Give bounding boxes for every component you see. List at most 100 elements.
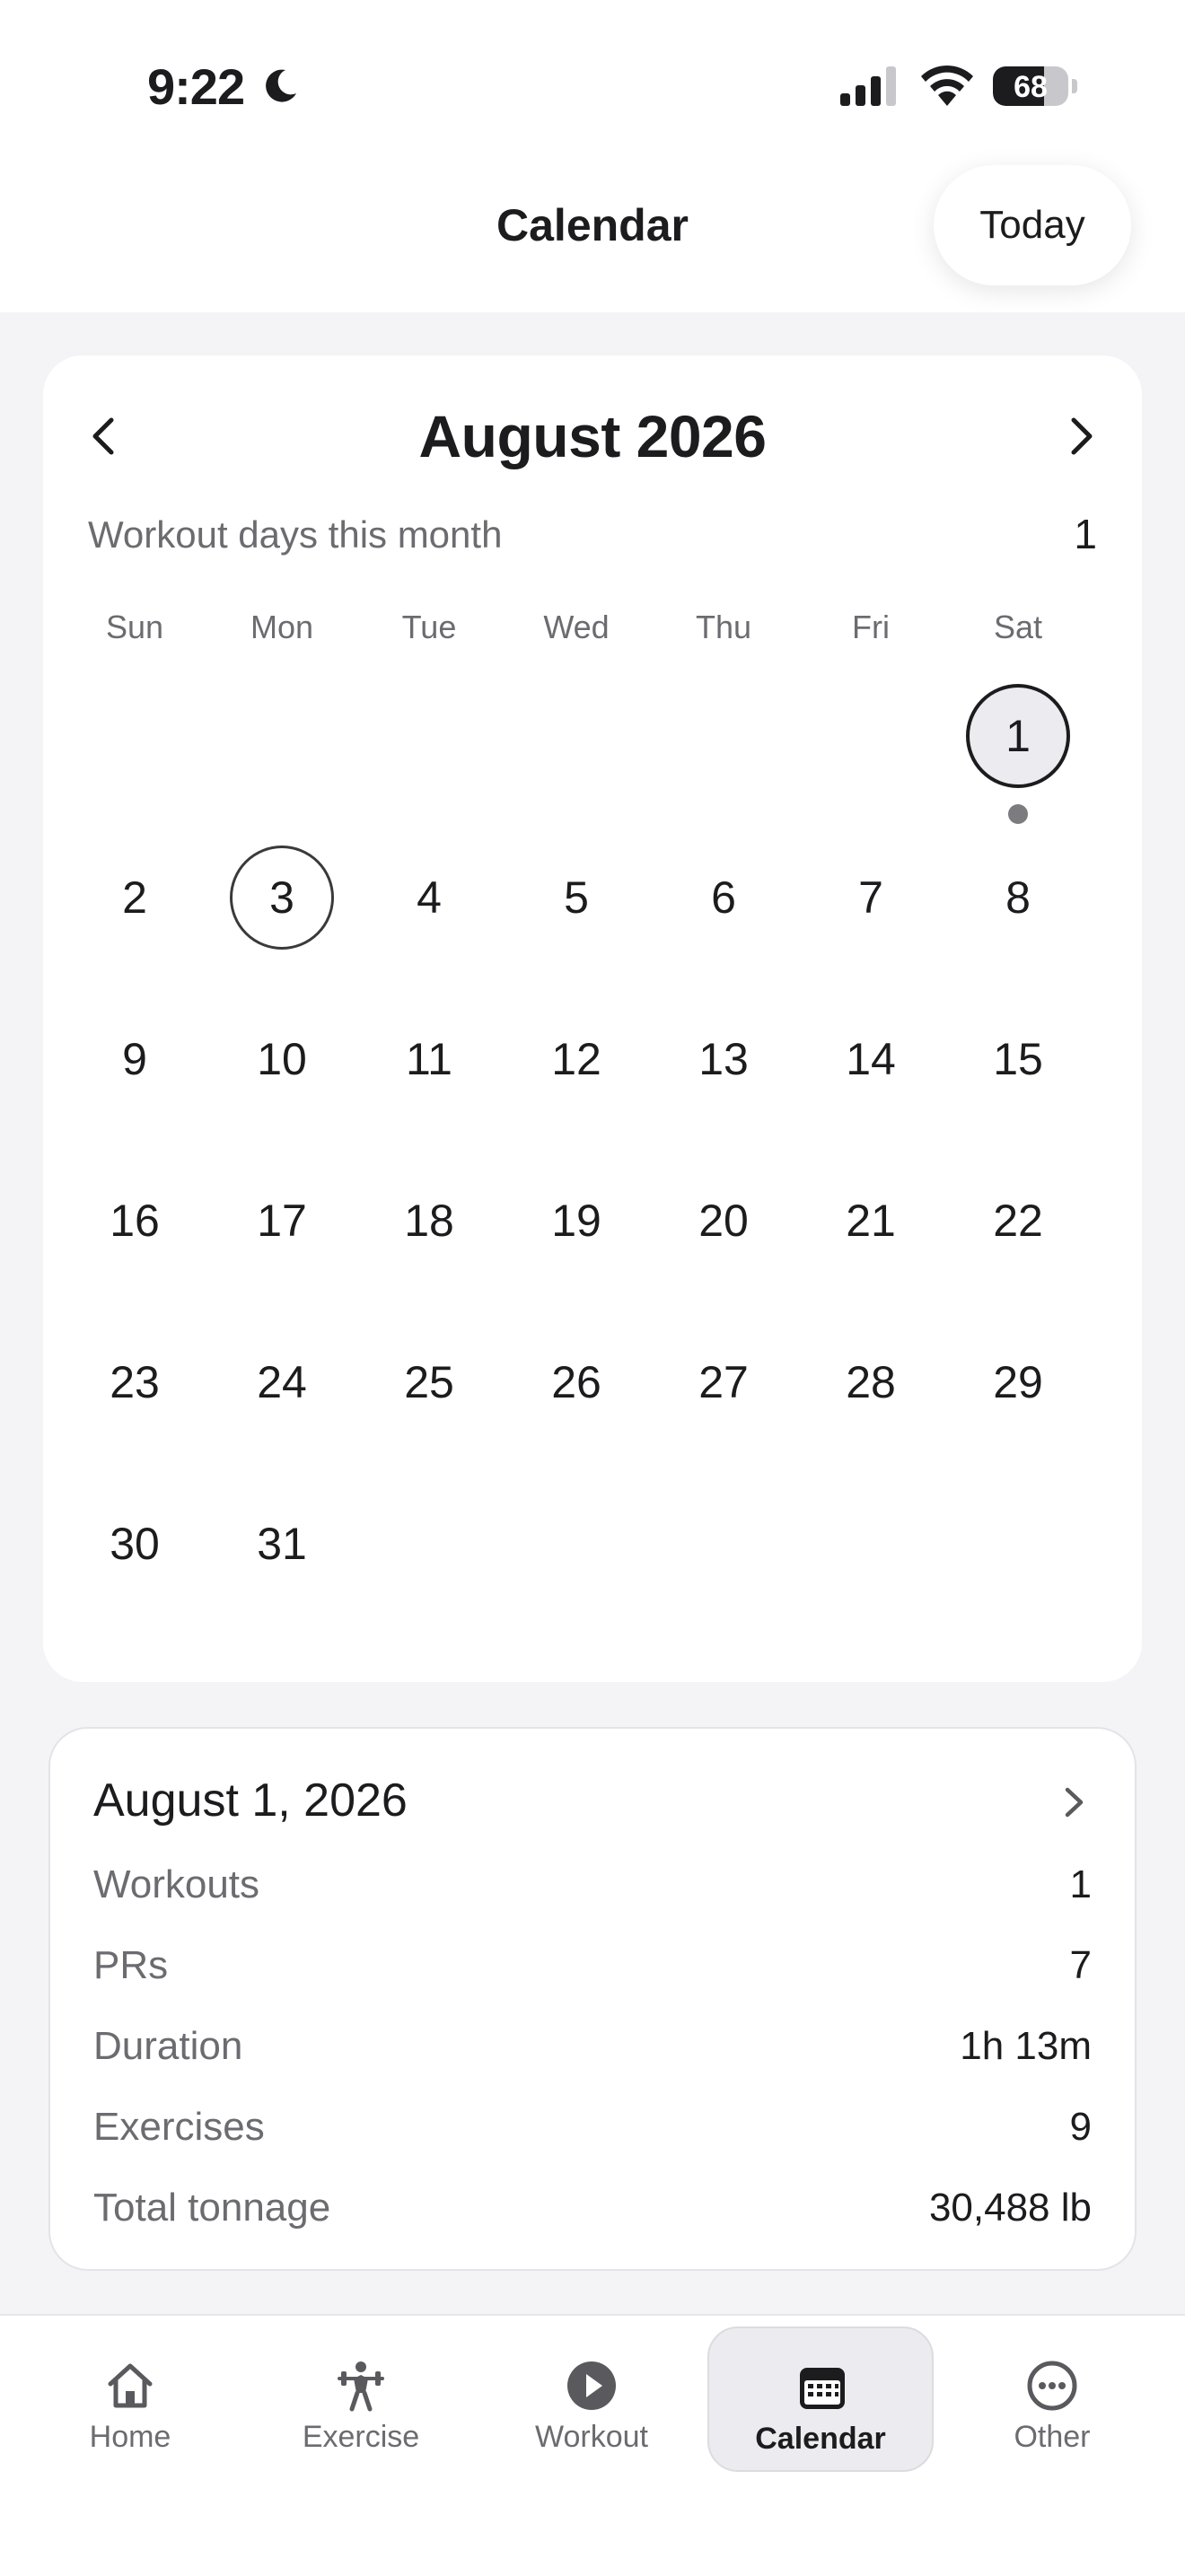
summary-value: 1h 13m [960, 2024, 1092, 2068]
tab-exercise[interactable]: Exercise [248, 2326, 474, 2472]
chevron-right-icon[interactable] [1056, 411, 1106, 461]
calendar-day[interactable]: 1 [944, 655, 1092, 824]
calendar-day[interactable]: 15 [944, 978, 1092, 1140]
calendar-day-number: 22 [993, 1196, 1043, 1246]
chevron-right-icon[interactable] [1054, 1783, 1093, 1822]
calendar-day[interactable]: 3 [208, 817, 356, 978]
summary-label: Workouts [93, 1862, 260, 1906]
summary-row: PRs 7 [93, 1939, 1092, 1993]
tab-workout[interactable]: Workout [478, 2326, 705, 2472]
calendar-day[interactable]: 29 [944, 1301, 1092, 1463]
summary-label: PRs [93, 1943, 169, 1987]
summary-label: Exercises [93, 2105, 265, 2149]
weekday-label: Fri [852, 609, 890, 645]
battery-nub [1072, 79, 1077, 93]
calendar-day-number: 12 [551, 1034, 601, 1084]
calendar-day[interactable]: 9 [61, 978, 208, 1140]
calendar-day-number: 16 [110, 1196, 160, 1246]
battery-indicator: 68 [993, 66, 1068, 106]
calendar-day[interactable]: 17 [208, 1140, 356, 1301]
tab-bar: Home Exercise Workout Calendar Other [0, 2314, 1185, 2576]
month-title: August 2026 [418, 403, 767, 469]
calendar-day[interactable]: 10 [208, 978, 356, 1140]
calendar-day[interactable]: 8 [944, 817, 1092, 978]
tab-label: Workout [535, 2420, 648, 2454]
calendar-day[interactable]: 21 [797, 1140, 944, 1301]
tab-home[interactable]: Home [17, 2326, 243, 2472]
calendar-day-number: 23 [110, 1357, 160, 1407]
calendar-day-number: 26 [551, 1357, 601, 1407]
calendar-day[interactable]: 2 [61, 817, 208, 978]
calendar-day[interactable]: 31 [208, 1463, 356, 1625]
wifi-icon [921, 65, 973, 106]
calendar-day-number: 6 [711, 872, 736, 923]
calendar-day-number: 4 [417, 872, 442, 923]
battery-level: 68 [1014, 70, 1048, 104]
weekday-label: Mon [250, 609, 314, 645]
calendar-day-number: 20 [698, 1196, 749, 1246]
calendar-day[interactable]: 23 [61, 1301, 208, 1463]
calendar-day-number: 8 [1005, 872, 1031, 923]
summary-label: Duration [93, 2024, 243, 2068]
tab-label: Home [89, 2420, 171, 2454]
calendar-card: August 2026 Workout days this month 1 Su… [43, 355, 1142, 1682]
calendar-day-number: 11 [406, 1034, 452, 1084]
calendar-day[interactable]: 14 [797, 978, 944, 1140]
today-button[interactable]: Today [934, 165, 1131, 285]
calendar-day[interactable]: 27 [650, 1301, 797, 1463]
calendar-day[interactable]: 26 [503, 1301, 650, 1463]
calendar-day-number: 30 [110, 1519, 160, 1569]
calendar-day[interactable]: 19 [503, 1140, 650, 1301]
calendar-day-number: 18 [404, 1196, 454, 1246]
calendar-day[interactable]: 24 [208, 1301, 356, 1463]
calendar-day[interactable]: 25 [356, 1301, 503, 1463]
calendar-day[interactable]: 5 [503, 817, 650, 978]
summary-row: Exercises 9 [93, 2100, 1092, 2154]
workout-days-label: Workout days this month [88, 513, 503, 556]
calendar-day[interactable]: 4 [356, 817, 503, 978]
play-circle-icon [567, 2361, 616, 2410]
calendar-day[interactable]: 11 [356, 978, 503, 1140]
nav-header: Calendar Today [0, 162, 1185, 312]
calendar-day-number: 14 [846, 1034, 896, 1084]
day-summary-card[interactable]: August 1, 2026 Workouts 1 PRs 7 Duration 1h 1… [48, 1727, 1137, 2271]
calendar-day-number: 28 [846, 1357, 896, 1407]
summary-row: Workouts 1 [93, 1858, 1092, 1912]
calendar-day[interactable]: 22 [944, 1140, 1092, 1301]
calendar-day-number: 19 [551, 1196, 601, 1246]
calendar-day[interactable]: 12 [503, 978, 650, 1140]
summary-value: 1 [1069, 1862, 1092, 1906]
calendar-day[interactable]: 13 [650, 978, 797, 1140]
home-icon [108, 2363, 153, 2408]
calendar-day[interactable]: 16 [61, 1140, 208, 1301]
summary-value: 7 [1069, 1943, 1092, 1987]
status-bar: 9:22 68 [0, 0, 1185, 162]
more-circle-icon [1027, 2361, 1077, 2411]
calendar-day[interactable]: 30 [61, 1463, 208, 1625]
calendar-day-number: 21 [846, 1196, 896, 1246]
status-time: 9:22 [147, 58, 245, 115]
calendar-day-number: 5 [564, 872, 589, 923]
calendar-day-number: 1 [966, 684, 1070, 788]
tab-label: Calendar [755, 2422, 886, 2456]
weekday-label: Sat [993, 609, 1043, 645]
calendar-day-number: 31 [257, 1519, 307, 1569]
calendar-day[interactable]: 20 [650, 1140, 797, 1301]
summary-date: August 1, 2026 [93, 1774, 408, 1827]
workout-days-value: 1 [1074, 511, 1097, 557]
calendar-day-number: 7 [858, 872, 883, 923]
weekday-label: Sun [105, 609, 164, 645]
calendar-day[interactable]: 6 [650, 817, 797, 978]
tab-label: Exercise [302, 2420, 420, 2454]
calendar-day[interactable]: 7 [797, 817, 944, 978]
calendar-day-number: 15 [993, 1034, 1043, 1084]
calendar-icon [800, 2368, 845, 2409]
summary-label: Total tonnage [93, 2186, 331, 2230]
calendar-day-number: 17 [257, 1196, 307, 1246]
tab-other[interactable]: Other [939, 2326, 1165, 2472]
tab-calendar[interactable]: Calendar [707, 2326, 934, 2472]
calendar-day-number: 9 [122, 1034, 147, 1084]
summary-row: Duration 1h 13m [93, 2020, 1092, 2073]
calendar-day[interactable]: 18 [356, 1140, 503, 1301]
calendar-day[interactable]: 28 [797, 1301, 944, 1463]
